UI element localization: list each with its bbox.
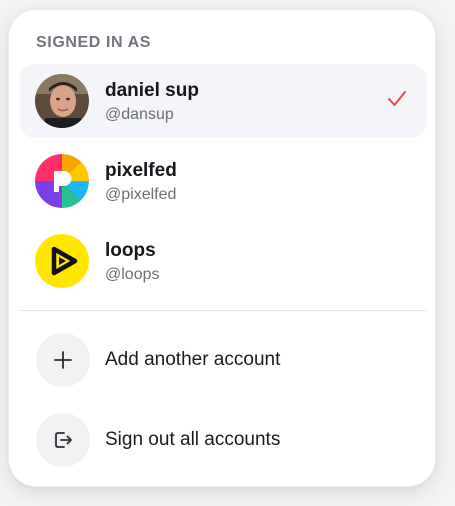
pixelfed-logo-icon — [35, 154, 89, 208]
account-switcher-menu: SIGNED IN AS daniel sup @dansup pixelfed… — [8, 9, 436, 487]
sign-out-all-label: Sign out all accounts — [105, 429, 281, 450]
loops-logo-icon — [35, 234, 89, 288]
account-name: loops — [105, 240, 156, 261]
account-handle: @dansup — [105, 106, 174, 123]
account-item-pixelfed[interactable]: pixelfed @pixelfed — [19, 144, 427, 218]
account-item-dansup[interactable]: daniel sup @dansup — [19, 64, 427, 138]
checkmark-icon — [387, 90, 407, 113]
account-name: pixelfed — [105, 160, 177, 181]
account-name: daniel sup — [105, 80, 199, 101]
account-handle: @loops — [105, 266, 160, 283]
section-title: SIGNED IN AS — [36, 34, 152, 51]
sign-out-icon — [36, 413, 90, 467]
divider — [19, 310, 427, 311]
account-handle: @pixelfed — [105, 186, 177, 203]
plus-icon — [36, 333, 90, 387]
avatar — [35, 74, 89, 128]
add-account-label: Add another account — [105, 349, 281, 370]
account-item-loops[interactable]: loops @loops — [19, 224, 427, 298]
add-account-button[interactable]: Add another account — [19, 324, 427, 396]
sign-out-all-button[interactable]: Sign out all accounts — [19, 404, 427, 476]
